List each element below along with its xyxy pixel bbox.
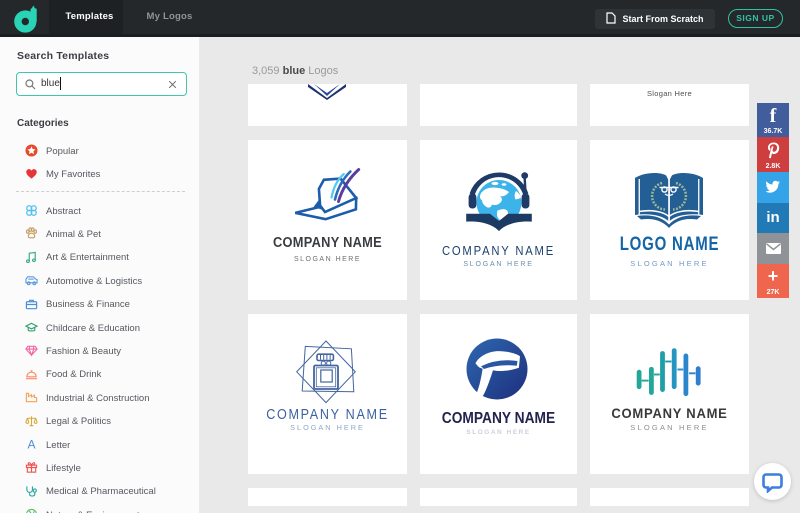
svg-text:A: A <box>27 438 36 451</box>
